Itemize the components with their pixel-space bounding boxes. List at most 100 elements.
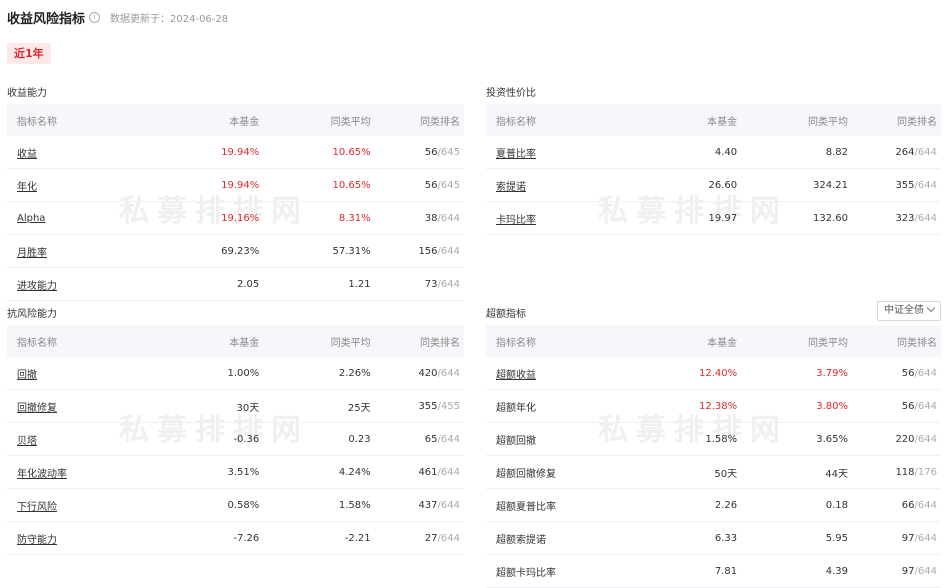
peer-rank: 355 [895, 179, 915, 191]
peer-total: 644 [917, 146, 937, 158]
info-circle-icon[interactable]: i [89, 11, 101, 23]
table-header-row: 指标名称 本基金 同类平均 同类排名 [7, 325, 464, 357]
table-row: 防守能力 -7.26 -2.21 27/644 [7, 521, 464, 555]
panel-value: 私募排排网 投资性价比 指标名称 本基金 同类平均 同类排名 夏普比率 4.40 8.82 2… [486, 80, 941, 235]
metric-name-cell: 超额年化 [486, 389, 641, 423]
metric-name-cell: 贝塔 [7, 422, 163, 456]
peer-rank-cell: 65/644 [371, 422, 464, 456]
peer-average: 44天 [738, 455, 850, 489]
column-header: 本基金 [162, 325, 261, 357]
peer-rank-cell: 97/644 [849, 521, 941, 555]
metric-name-cell: 下行风险 [7, 488, 163, 522]
peer-rank-cell: 56/645 [371, 136, 464, 169]
peer-average: 57.31% [260, 234, 372, 268]
peer-total: 455 [440, 400, 460, 412]
period-tab-1y[interactable]: 近1年 [7, 43, 51, 64]
metric-name[interactable]: 月胜率 [17, 248, 47, 259]
peer-average: 10.65% [260, 168, 372, 202]
fund-value: -7.26 [162, 521, 261, 555]
panel-title: 超额指标 [486, 309, 526, 320]
table-row: 回撤修复 30天 25天 355/455 [7, 389, 464, 423]
peer-rank-cell: 264/644 [849, 136, 941, 169]
peer-total: 644 [440, 466, 460, 478]
benchmark-select[interactable]: 中证全债 [877, 301, 941, 321]
metric-name[interactable]: 超额收益 [496, 370, 536, 381]
peer-total: 644 [440, 499, 460, 511]
metric-name[interactable]: 回撤修复 [17, 403, 57, 414]
peer-rank-cell: 66/644 [849, 488, 941, 522]
fund-value: 4.40 [640, 136, 739, 169]
metric-name[interactable]: 进攻能力 [17, 281, 57, 292]
peer-rank: 420 [418, 367, 438, 379]
peer-total: 644 [440, 245, 460, 257]
metric-name[interactable]: 下行风险 [17, 502, 57, 513]
metric-name[interactable]: Alpha [17, 213, 45, 224]
peer-rank: 56 [424, 146, 438, 158]
metric-name[interactable]: 防守能力 [17, 535, 57, 546]
peer-rank-cell: 97/644 [849, 554, 941, 588]
metric-name: 超额回撤修复 [496, 468, 556, 480]
metric-name-cell: 超额收益 [486, 357, 641, 390]
peer-average: 2.26% [260, 357, 372, 390]
peer-average: 1.21 [260, 267, 372, 301]
page-header: 收益风险指标 i 数据更新于：2024-06-28 [7, 7, 228, 27]
peer-average: 0.18 [738, 488, 850, 522]
peer-average: 0.23 [260, 422, 372, 456]
table-row: 年化波动率 3.51% 4.24% 461/644 [7, 455, 464, 489]
column-header: 本基金 [162, 104, 261, 136]
peer-average: 3.79% [738, 357, 850, 390]
metric-name[interactable]: 年化波动率 [17, 469, 67, 480]
peer-rank: 437 [418, 499, 438, 511]
metric-name-cell: 年化波动率 [7, 455, 163, 489]
table-row: 超额年化 12.38% 3.80% 56/644 [486, 389, 941, 423]
metric-name-cell: 超额索提诺 [486, 521, 641, 555]
table-header-row: 指标名称 本基金 同类平均 同类排名 [486, 104, 941, 136]
table-row: 贝塔 -0.36 0.23 65/644 [7, 422, 464, 456]
metric-name[interactable]: 年化 [17, 182, 37, 193]
peer-rank-cell: 420/644 [371, 357, 464, 390]
column-header: 同类排名 [371, 325, 464, 357]
fund-value: 26.60 [640, 168, 739, 202]
peer-total: 644 [917, 179, 937, 191]
metrics-table: 指标名称 本基金 同类平均 同类排名回撤 1.00% 2.26% 420/644 回撤修复 30… [7, 325, 464, 555]
metric-name: 超额回撤 [496, 435, 536, 447]
column-header: 同类排名 [371, 104, 464, 136]
peer-rank: 56 [901, 367, 915, 379]
panel-title: 投资性价比 [486, 88, 536, 99]
fund-value: 30天 [162, 389, 261, 423]
table-row: 索提诺 26.60 324.21 355/644 [486, 168, 941, 202]
fund-value: 1.00% [162, 357, 261, 390]
fund-value: 19.16% [162, 201, 261, 235]
peer-average: 3.80% [738, 389, 850, 423]
peer-rank: 66 [901, 499, 915, 511]
peer-rank-cell: 38/644 [371, 201, 464, 235]
metric-name-cell: 卡玛比率 [486, 201, 641, 235]
metric-name[interactable]: 夏普比率 [496, 149, 536, 160]
panel-risk: 私募排排网 抗风险能力 指标名称 本基金 同类平均 同类排名 回撤 1.00% 2.26% 4… [7, 301, 464, 555]
page-title: 收益风险指标 [7, 11, 86, 27]
update-date: 数据更新于：2024-06-28 [110, 13, 229, 25]
peer-total: 645 [440, 179, 460, 191]
peer-total: 644 [440, 367, 460, 379]
peer-total: 644 [917, 400, 937, 412]
metric-name[interactable]: 索提诺 [496, 182, 526, 193]
fund-value: 2.26 [640, 488, 739, 522]
metric-name[interactable]: 贝塔 [17, 436, 37, 447]
metric-name-cell: 年化 [7, 168, 163, 202]
peer-rank-cell: 56/645 [371, 168, 464, 202]
fund-value: 2.05 [162, 267, 261, 301]
metric-name-cell: 进攻能力 [7, 267, 163, 301]
peer-rank: 65 [424, 433, 438, 445]
metric-name[interactable]: 回撤 [17, 370, 37, 381]
peer-rank: 156 [418, 245, 438, 257]
peer-total: 645 [440, 146, 460, 158]
peer-rank-cell: 118/176 [849, 455, 941, 489]
metric-name[interactable]: 收益 [17, 149, 37, 160]
peer-rank-cell: 323/644 [849, 201, 941, 235]
metric-name-cell: 超额夏普比率 [486, 488, 641, 522]
metric-name[interactable]: 卡玛比率 [496, 215, 536, 226]
table-row: Alpha 19.16% 8.31% 38/644 [7, 201, 464, 235]
panel-title: 收益能力 [7, 88, 47, 99]
peer-average: 5.95 [738, 521, 850, 555]
peer-rank-cell: 355/644 [849, 168, 941, 202]
